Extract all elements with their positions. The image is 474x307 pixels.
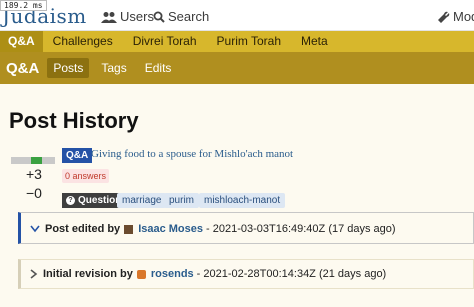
tag-purim[interactable]: purim (164, 193, 200, 208)
post-type-label: Question (78, 195, 122, 206)
chevron-down-icon[interactable] (30, 225, 40, 233)
site-header: 189.2 ms Judaism Users Search Mod (0, 0, 474, 31)
post-type-badge[interactable]: ? Question (62, 193, 126, 208)
category-purim-torah[interactable]: Purim Torah (207, 31, 291, 52)
category-badge[interactable]: Q&A (62, 148, 93, 163)
user-link[interactable]: rosends (151, 268, 194, 280)
revision-timestamp: - 2021-02-28T00:14:34Z (21 days ago) (196, 268, 387, 280)
score-bar (11, 157, 55, 164)
revision-action: Post edited by (45, 223, 121, 235)
revision-timestamp: - 2021-03-03T16:49:40Z (17 days ago) (206, 223, 396, 235)
revision-list: Post edited by Isaac Moses - 2021-03-03T… (8, 212, 474, 302)
page-title: Post History (9, 108, 139, 133)
mod-link[interactable]: Mod (438, 9, 474, 24)
tag-marriage[interactable]: marriage (117, 193, 167, 208)
avatar (124, 224, 134, 234)
post-title-link[interactable]: Giving food to a spouse for Mishlo'ach m… (91, 148, 293, 160)
tab-edits[interactable]: Edits (139, 58, 178, 78)
score-indicator (11, 157, 57, 164)
downvote-count: −0 (26, 185, 42, 201)
revision-item[interactable]: Initial revision by rosends - 2021-02-28… (18, 259, 474, 289)
category-bar: Q&A Challenges Divrei Torah Purim Torah … (0, 31, 474, 52)
revision-action: Initial revision by (43, 268, 133, 280)
tag-mishloach-manot[interactable]: mishloach-manot (199, 193, 286, 208)
score-bar-fill (31, 157, 42, 164)
users-icon (101, 11, 117, 23)
mod-label: Mod (453, 9, 474, 24)
chevron-right-icon[interactable] (30, 269, 38, 279)
answers-count: 0 answers (62, 169, 110, 183)
tab-tags[interactable]: Tags (95, 58, 132, 78)
search-label: Search (168, 9, 210, 24)
category-title[interactable]: Q&A (6, 60, 39, 77)
revision-item[interactable]: Post edited by Isaac Moses - 2021-03-03T… (18, 212, 474, 244)
upvote-count: +3 (26, 166, 42, 182)
category-divrei-torah[interactable]: Divrei Torah (123, 31, 207, 52)
user-link[interactable]: Isaac Moses (138, 223, 203, 235)
wrench-icon (438, 11, 450, 23)
category-subnav: Q&A Posts Tags Edits (0, 52, 474, 84)
users-link[interactable]: Users (101, 9, 154, 24)
tab-posts[interactable]: Posts (47, 58, 90, 78)
category-meta[interactable]: Meta (291, 31, 338, 52)
category-qa[interactable]: Q&A (0, 31, 43, 52)
category-challenges[interactable]: Challenges (43, 31, 123, 52)
perf-badge: 189.2 ms (0, 0, 47, 11)
search-link[interactable]: Search (153, 9, 209, 24)
avatar (136, 269, 146, 279)
search-icon (153, 11, 165, 23)
question-icon: ? (66, 196, 75, 205)
users-label: Users (120, 9, 154, 24)
